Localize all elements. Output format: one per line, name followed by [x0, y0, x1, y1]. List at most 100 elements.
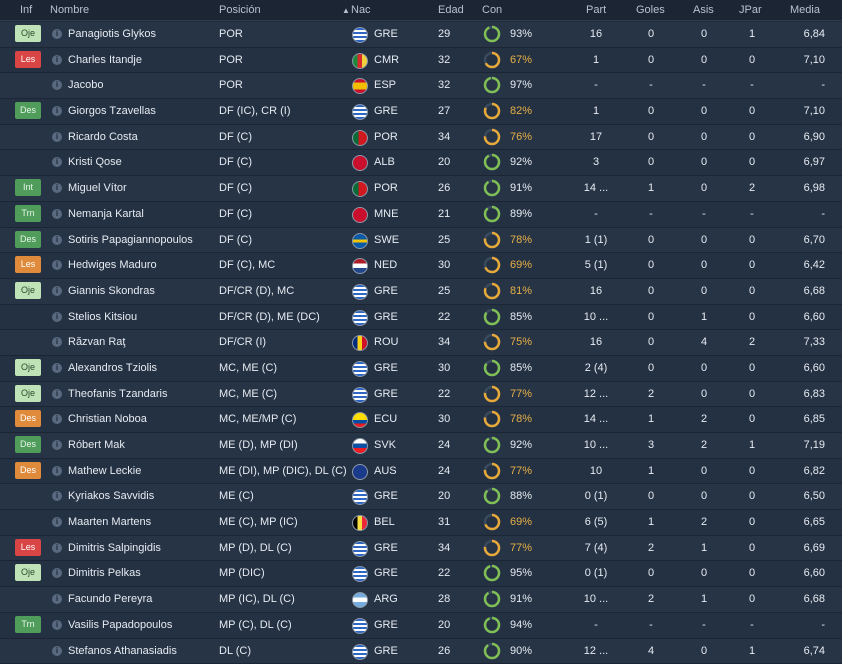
info-icon[interactable]: i	[52, 414, 62, 424]
table-row[interactable]: i Maarten Martens ME (C), MP (IC) BEL 31…	[0, 510, 842, 536]
info-icon[interactable]: i	[52, 132, 62, 142]
info-icon[interactable]: i	[52, 517, 62, 527]
player-name[interactable]: Dimitris Pelkas	[68, 567, 141, 579]
info-icon[interactable]: i	[52, 440, 62, 450]
status-badge[interactable]: Oje	[15, 25, 41, 42]
info-icon[interactable]: i	[52, 29, 62, 39]
player-name[interactable]: Róbert Mak	[68, 439, 125, 451]
status-badge[interactable]: Trn	[15, 616, 41, 633]
player-name[interactable]: Alexandros Tziolis	[68, 362, 157, 374]
status-badge[interactable]: Oje	[15, 564, 41, 581]
col-media-header[interactable]: Media	[790, 4, 820, 16]
table-row[interactable]: Des i Sotiris Papagiannopoulos DF (C) SW…	[0, 228, 842, 254]
info-icon[interactable]: i	[52, 646, 62, 656]
player-name[interactable]: Nemanja Kartal	[68, 208, 144, 220]
col-jpar-header[interactable]: JPar	[739, 4, 762, 16]
status-badge[interactable]: Des	[15, 102, 41, 119]
info-icon[interactable]: i	[52, 568, 62, 578]
player-name[interactable]: Kyriakos Savvidis	[68, 490, 154, 502]
col-edad-header[interactable]: Edad	[438, 4, 464, 16]
col-con-header[interactable]: Con	[482, 4, 502, 16]
table-row[interactable]: i Ricardo Costa DF (C) POR 34 76% 17 0 0…	[0, 125, 842, 151]
table-row[interactable]: Les i Hedwiges Maduro DF (C), MC NED 30 …	[0, 253, 842, 279]
status-badge[interactable]: Des	[15, 462, 41, 479]
col-goles-header[interactable]: Goles	[636, 4, 665, 16]
table-row[interactable]: i Kristi Qose DF (C) ALB 20 92% 3 0 0 0 …	[0, 150, 842, 176]
player-name[interactable]: Panagiotis Glykos	[68, 28, 156, 40]
table-row[interactable]: Oje i Panagiotis Glykos POR GRE 29 93% 1…	[0, 22, 842, 48]
col-part-header[interactable]: Part	[586, 4, 606, 16]
col-nac-header[interactable]: Nac	[351, 4, 371, 16]
table-row[interactable]: i Facundo Pereyra MP (IC), DL (C) ARG 28…	[0, 587, 842, 613]
info-icon[interactable]: i	[52, 80, 62, 90]
info-icon[interactable]: i	[52, 106, 62, 116]
info-icon[interactable]: i	[52, 337, 62, 347]
table-row[interactable]: i Jacobo POR ESP 32 97% - - - - -	[0, 73, 842, 99]
player-name[interactable]: Giorgos Tzavellas	[68, 105, 156, 117]
player-name[interactable]: Charles Itandje	[68, 54, 142, 66]
status-badge[interactable]: Trn	[15, 205, 41, 222]
table-row[interactable]: Oje i Alexandros Tziolis MC, ME (C) GRE …	[0, 356, 842, 382]
table-row[interactable]: Des i Mathew Leckie ME (DI), MP (DIC), D…	[0, 459, 842, 485]
info-icon[interactable]: i	[52, 55, 62, 65]
status-badge[interactable]: Oje	[15, 282, 41, 299]
player-name[interactable]: Facundo Pereyra	[68, 593, 152, 605]
status-badge[interactable]: Les	[15, 539, 41, 556]
status-badge[interactable]: Des	[15, 231, 41, 248]
player-name[interactable]: Stefanos Athanasiadis	[68, 645, 177, 657]
status-badge[interactable]: Des	[15, 436, 41, 453]
status-badge[interactable]: Les	[15, 51, 41, 68]
table-row[interactable]: Oje i Giannis Skondras DF/CR (D), MC GRE…	[0, 279, 842, 305]
col-asis-header[interactable]: Asis	[693, 4, 714, 16]
col-posicion-header[interactable]: Posición	[219, 4, 261, 16]
table-row[interactable]: Des i Giorgos Tzavellas DF (IC), CR (I) …	[0, 99, 842, 125]
table-row[interactable]: Des i Róbert Mak ME (D), MP (DI) SVK 24 …	[0, 433, 842, 459]
player-name[interactable]: Stelios Kitsiou	[68, 311, 137, 323]
player-name[interactable]: Răzvan Raţ	[68, 336, 125, 348]
player-name[interactable]: Mathew Leckie	[68, 465, 141, 477]
info-icon[interactable]: i	[52, 620, 62, 630]
status-badge[interactable]: Les	[15, 256, 41, 273]
player-name[interactable]: Hedwiges Maduro	[68, 259, 157, 271]
status-badge[interactable]: Oje	[15, 359, 41, 376]
player-name[interactable]: Maarten Martens	[68, 516, 151, 528]
status-badge[interactable]: Int	[15, 179, 41, 196]
table-row[interactable]: i Stelios Kitsiou DF/CR (D), ME (DC) GRE…	[0, 305, 842, 331]
info-icon[interactable]: i	[52, 183, 62, 193]
info-icon[interactable]: i	[52, 286, 62, 296]
info-icon[interactable]: i	[52, 491, 62, 501]
info-icon[interactable]: i	[52, 157, 62, 167]
table-row[interactable]: Trn i Nemanja Kartal DF (C) MNE 21 89% -…	[0, 202, 842, 228]
col-nombre-header[interactable]: Nombre	[50, 4, 89, 16]
table-row[interactable]: Int i Miguel Vítor DF (C) POR 26 91% 14 …	[0, 176, 842, 202]
info-icon[interactable]: i	[52, 235, 62, 245]
info-icon[interactable]: i	[52, 260, 62, 270]
table-row[interactable]: Trn i Vasilis Papadopoulos MP (C), DL (C…	[0, 613, 842, 639]
player-name[interactable]: Giannis Skondras	[68, 285, 155, 297]
table-row[interactable]: i Stefanos Athanasiadis DL (C) GRE 26 90…	[0, 639, 842, 664]
info-icon[interactable]: i	[52, 363, 62, 373]
player-name[interactable]: Theofanis Tzandaris	[68, 388, 167, 400]
player-name[interactable]: Jacobo	[68, 79, 103, 91]
table-row[interactable]: Oje i Theofanis Tzandaris MC, ME (C) GRE…	[0, 382, 842, 408]
status-badge[interactable]: Des	[15, 410, 41, 427]
info-icon[interactable]: i	[52, 594, 62, 604]
player-name[interactable]: Dimitris Salpingidis	[68, 542, 161, 554]
player-name[interactable]: Kristi Qose	[68, 156, 122, 168]
col-inf-header[interactable]: Inf	[20, 4, 32, 16]
table-row[interactable]: Oje i Dimitris Pelkas MP (DIC) GRE 22 95…	[0, 561, 842, 587]
info-icon[interactable]: i	[52, 209, 62, 219]
info-icon[interactable]: i	[52, 389, 62, 399]
table-row[interactable]: Les i Dimitris Salpingidis MP (D), DL (C…	[0, 536, 842, 562]
player-name[interactable]: Ricardo Costa	[68, 131, 138, 143]
table-row[interactable]: Les i Charles Itandje POR CMR 32 67% 1 0…	[0, 48, 842, 74]
info-icon[interactable]: i	[52, 543, 62, 553]
table-row[interactable]: Des i Christian Noboa MC, ME/MP (C) ECU …	[0, 407, 842, 433]
player-name[interactable]: Miguel Vítor	[68, 182, 127, 194]
player-name[interactable]: Christian Noboa	[68, 413, 147, 425]
table-row[interactable]: i Răzvan Raţ DF/CR (I) ROU 34 75% 16 0 4…	[0, 330, 842, 356]
info-icon[interactable]: i	[52, 466, 62, 476]
table-row[interactable]: i Kyriakos Savvidis ME (C) GRE 20 88% 0 …	[0, 484, 842, 510]
player-name[interactable]: Sotiris Papagiannopoulos	[68, 234, 193, 246]
info-icon[interactable]: i	[52, 312, 62, 322]
